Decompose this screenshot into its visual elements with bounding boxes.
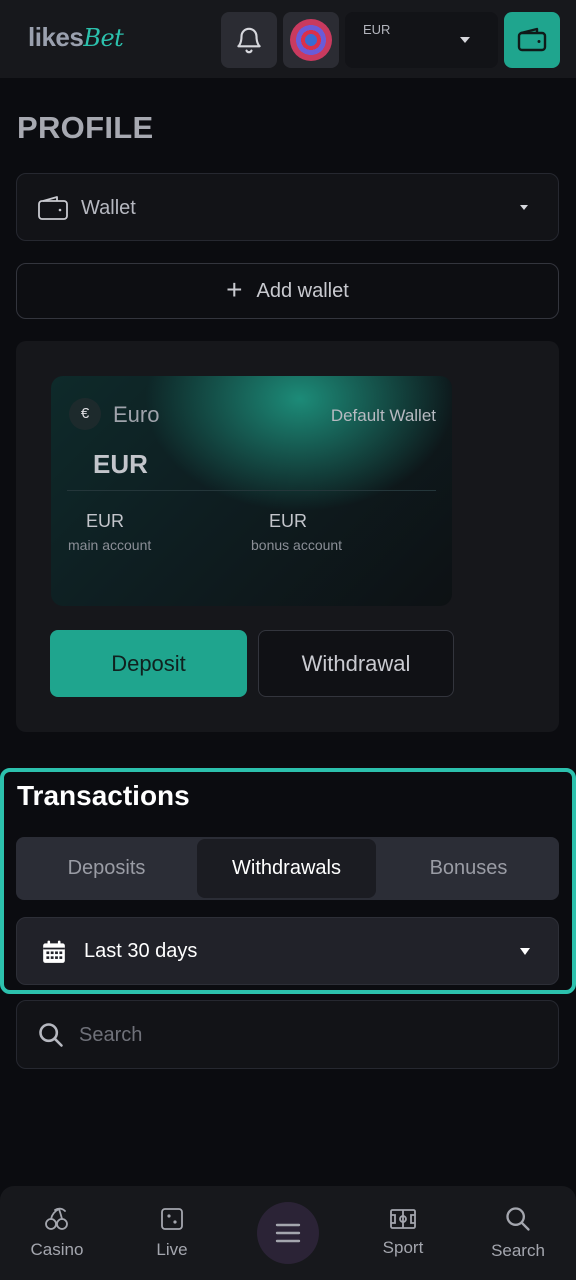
wallet-icon <box>38 196 68 220</box>
nav-casino[interactable]: Casino <box>7 1186 107 1280</box>
currency-label: EUR <box>363 22 391 37</box>
chevron-down-icon <box>520 205 528 210</box>
bonus-account-currency: EUR <box>269 511 308 531</box>
nav-search[interactable]: Search <box>468 1186 568 1280</box>
top-header: likes Bet EUR <box>0 0 576 78</box>
wallet-button[interactable] <box>504 12 560 68</box>
card-divider <box>67 490 436 491</box>
wallet-balance: EUR <box>93 449 148 479</box>
cherries-icon <box>45 1207 68 1230</box>
avatar <box>290 19 332 61</box>
search-icon <box>39 1023 63 1047</box>
transaction-search[interactable] <box>16 1000 559 1069</box>
bottom-nav: Casino Live Sport Search <box>0 1186 576 1280</box>
nav-menu-button[interactable] <box>257 1202 319 1264</box>
wallet-currency-name: Euro <box>113 402 160 427</box>
nav-sport[interactable]: Sport <box>353 1186 453 1280</box>
tab-withdrawals[interactable]: Withdrawals <box>197 839 376 898</box>
notifications-button[interactable] <box>221 12 277 68</box>
wallet-card[interactable]: € Euro Default Wallet EUR EUR main accou… <box>51 376 452 606</box>
wallet-panel: € Euro Default Wallet EUR EUR main accou… <box>16 341 559 732</box>
calendar-icon <box>43 940 65 963</box>
bonus-account-label: bonus account <box>251 537 343 553</box>
tab-deposits[interactable]: Deposits <box>16 837 197 900</box>
default-wallet-label: Default Wallet <box>330 406 436 425</box>
tab-bonuses[interactable]: Bonuses <box>378 837 559 900</box>
deposit-button[interactable]: Deposit <box>50 630 247 697</box>
bell-icon <box>237 27 261 54</box>
transaction-tabs: Deposits Withdrawals Bonuses <box>16 837 559 900</box>
transactions-title: Transactions <box>17 780 190 811</box>
chevron-down-icon <box>520 948 530 955</box>
main-account-currency: EUR <box>86 511 125 531</box>
nav-live-label: Live <box>156 1240 188 1259</box>
page-title: PROFILE <box>17 110 154 145</box>
date-range-select[interactable]: Last 30 days <box>16 917 559 985</box>
search-input[interactable] <box>79 1019 519 1051</box>
nav-search-label: Search <box>491 1241 545 1260</box>
nav-sport-label: Sport <box>382 1238 424 1257</box>
likesbet-logo[interactable]: likes Bet <box>28 22 124 54</box>
dice-icon <box>161 1208 183 1230</box>
date-range-label: Last 30 days <box>84 940 198 962</box>
chevron-down-icon <box>460 37 470 43</box>
field-icon <box>390 1209 416 1229</box>
withdrawal-button[interactable]: Withdrawal <box>258 630 454 697</box>
wallet-select[interactable]: Wallet <box>16 173 559 241</box>
currency-select[interactable]: EUR <box>345 12 498 68</box>
add-wallet-button[interactable]: + Add wallet <box>16 263 559 319</box>
wallet-select-label: Wallet <box>81 197 136 219</box>
main-account-label: main account <box>68 537 152 553</box>
nav-live[interactable]: Live <box>122 1186 222 1280</box>
avatar-button[interactable] <box>283 12 339 68</box>
add-wallet-label: Add wallet <box>256 279 349 302</box>
nav-casino-label: Casino <box>30 1240 84 1259</box>
search-icon <box>506 1207 530 1231</box>
transactions-section: Transactions Deposits Withdrawals Bonuse… <box>0 768 576 994</box>
wallet-icon <box>517 27 547 52</box>
plus-icon: + <box>226 274 243 305</box>
menu-icon <box>275 1223 301 1243</box>
euro-icon: € <box>69 398 101 430</box>
